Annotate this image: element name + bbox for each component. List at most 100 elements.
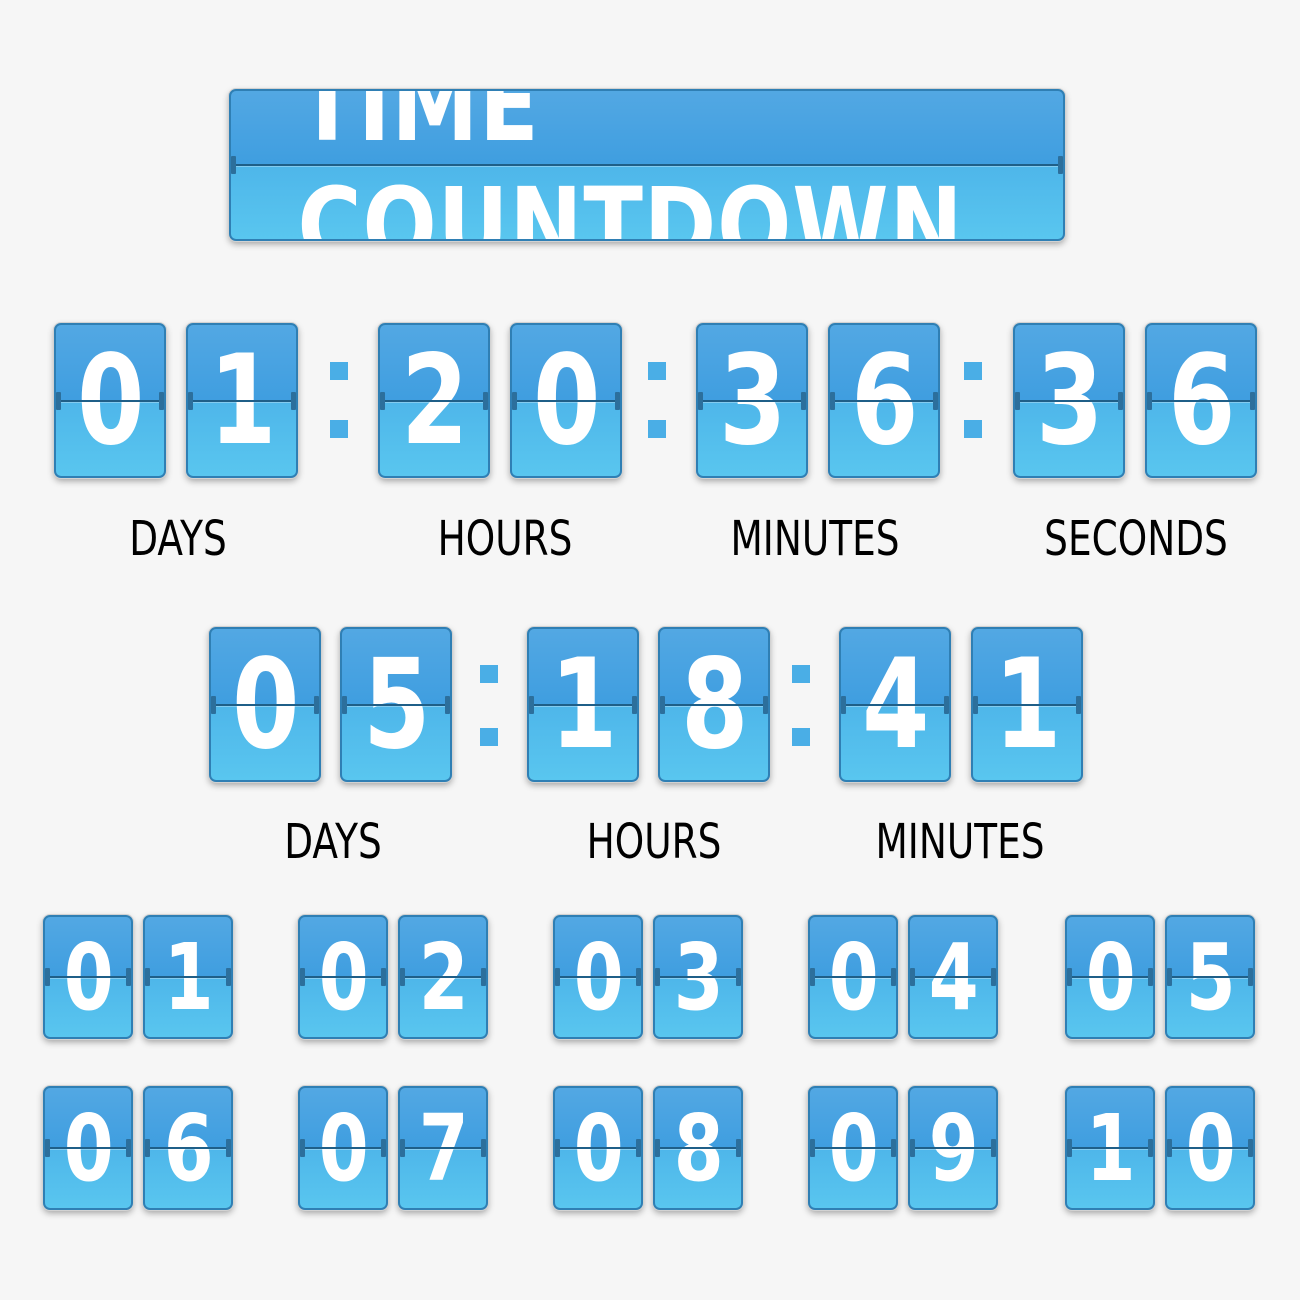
card-tab-right [933,391,938,410]
card-hinge [211,703,319,706]
card-tab-left [342,695,347,714]
card-hinge [512,399,620,402]
card-tab-right [483,391,488,410]
card-tab-left [973,695,978,714]
card-tab-right [891,968,896,986]
card-tab-right [1250,391,1255,410]
number-06-digit-2: 6 [143,1086,233,1210]
card-tab-right [159,391,164,410]
title-card: TIME COUNTDOWN [229,89,1065,241]
card-hinge [400,976,486,978]
colon-dot [330,420,348,438]
card-tab-left [56,391,61,410]
countdown-full-label-days: DAYS [129,511,227,567]
card-tab-right [636,968,641,986]
colon-dot [964,420,982,438]
colon-dot [330,362,348,380]
card-hinge [910,1147,996,1149]
card-tab-left [300,1139,305,1157]
card-hinge [1067,1147,1153,1149]
title-tab-right [1058,156,1063,174]
card-tab-right [1118,391,1123,410]
card-tab-right [126,968,131,986]
colon-dot [792,665,810,683]
card-tab-right [991,968,996,986]
card-hinge [910,976,996,978]
card-hinge [655,1147,741,1149]
card-tab-left [300,968,305,986]
number-04-digit-1: 0 [808,915,898,1039]
card-hinge [841,703,949,706]
card-hinge [56,399,164,402]
card-tab-left [45,968,50,986]
card-hinge [655,976,741,978]
card-hinge [380,399,488,402]
card-tab-left [655,1139,660,1157]
number-02-digit-2: 2 [398,915,488,1039]
card-tab-right [1248,968,1253,986]
countdown-full-label-seconds: SECONDS [1044,511,1228,567]
card-hinge [145,1147,231,1149]
number-08-digit-1: 0 [553,1086,643,1210]
card-tab-left [145,1139,150,1157]
title-hinge [231,164,1063,166]
card-tab-right [615,391,620,410]
card-hinge [45,1147,131,1149]
number-02-digit-1: 0 [298,915,388,1039]
countdown-short-label-days: DAYS [284,814,382,870]
number-10-digit-2: 0 [1165,1086,1255,1210]
card-tab-right [226,968,231,986]
number-09-digit-1: 0 [808,1086,898,1210]
card-tab-left [188,391,193,410]
colon-dot [480,728,498,746]
card-hinge [529,703,637,706]
card-tab-left [145,968,150,986]
card-hinge [1147,399,1255,402]
countdown-full-label-hours: HOURS [437,511,573,567]
number-01-digit-2: 1 [143,915,233,1039]
card-tab-left [380,391,385,410]
card-hinge [1167,976,1253,978]
card-tab-left [211,695,216,714]
card-tab-right [381,1139,386,1157]
card-tab-left [660,695,665,714]
number-04-digit-2: 4 [908,915,998,1039]
card-hinge [810,1147,896,1149]
number-07-digit-1: 0 [298,1086,388,1210]
card-hinge [555,1147,641,1149]
card-hinge [830,399,938,402]
card-tab-left [45,1139,50,1157]
card-tab-right [1248,1139,1253,1157]
card-tab-right [291,391,296,410]
card-tab-left [830,391,835,410]
card-tab-right [944,695,949,714]
card-tab-left [555,1139,560,1157]
card-hinge [973,703,1081,706]
number-10-digit-1: 1 [1065,1086,1155,1210]
card-tab-left [1167,968,1172,986]
countdown-full-digit-3: 2 [378,323,490,478]
card-tab-left [1147,391,1152,410]
card-hinge [810,976,896,978]
countdown-full-digit-6: 6 [828,323,940,478]
card-hinge [698,399,806,402]
countdown-short-digit-6: 1 [971,627,1083,782]
card-hinge [342,703,450,706]
card-tab-left [1067,1139,1072,1157]
number-03-digit-2: 3 [653,915,743,1039]
card-tab-right [1148,968,1153,986]
card-tab-right [736,1139,741,1157]
colon-dot [648,420,666,438]
card-tab-left [1015,391,1020,410]
countdown-full-digit-8: 6 [1145,323,1257,478]
card-hinge [1067,976,1153,978]
card-tab-left [910,1139,915,1157]
card-tab-left [555,968,560,986]
card-tab-right [736,968,741,986]
countdown-full-digit-1: 0 [54,323,166,478]
colon-dot [964,362,982,380]
card-tab-left [698,391,703,410]
card-tab-left [400,1139,405,1157]
card-hinge [45,976,131,978]
card-tab-right [381,968,386,986]
